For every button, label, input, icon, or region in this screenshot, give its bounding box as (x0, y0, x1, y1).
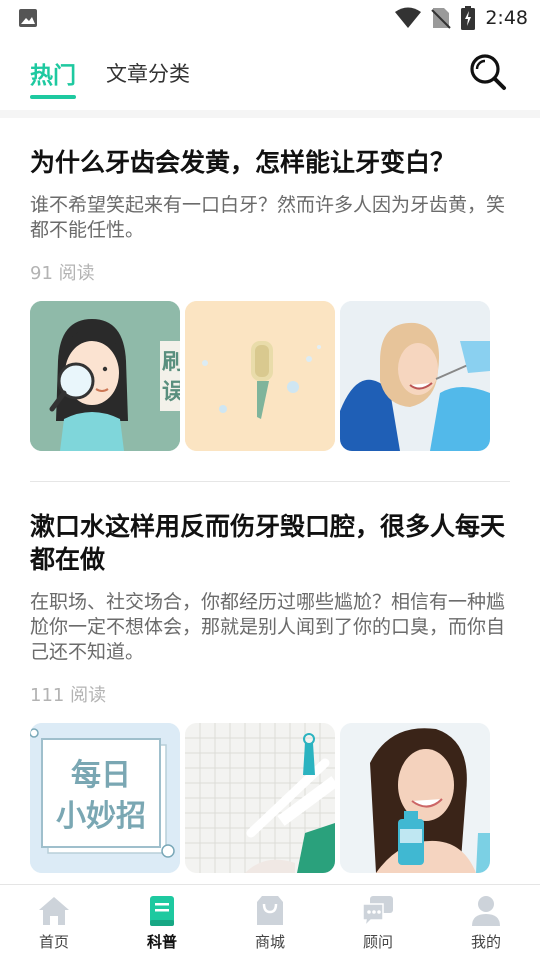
nav-label-consultant: 顾问 (362, 932, 393, 951)
nav-item-me[interactable]: 我的 (432, 885, 540, 960)
image-icon (19, 9, 37, 27)
article-summary: 在职场、社交场合，你都经历过哪些尴尬？相信有一种尴尬你一定不想体会，那就是别人闻… (30, 591, 506, 663)
nav-item-science[interactable]: 科普 (108, 885, 216, 960)
thumbnail-row: 每日 小妙招 (30, 723, 510, 873)
article-summary: 谁不希望笑起来有一口白牙？然而许多人因为牙齿黄，笑都不能任性。 (30, 194, 506, 241)
thumb-text-1: 刷 (162, 350, 180, 375)
header-divider (0, 110, 540, 118)
status-right: 2:48 (395, 6, 528, 30)
read-count: 111 阅读 (30, 685, 107, 706)
nav-item-consultant[interactable]: 顾问 (324, 885, 432, 960)
nav-label-home: 首页 (38, 932, 69, 951)
bottom-navigation: 首页 科普 商城 顾问 我的 (0, 884, 540, 960)
thumbnail-toothbrush[interactable] (185, 301, 335, 451)
dentist-photo-illustration (340, 301, 490, 451)
thumbnail-dentist-photo[interactable] (340, 301, 490, 451)
no-sim-icon (431, 8, 452, 29)
thumbnail-cartoon-girl[interactable]: 刷 误 (30, 301, 180, 451)
nav-item-home[interactable]: 首页 (0, 885, 108, 960)
chat-icon (362, 895, 393, 928)
status-time: 2:48 (485, 7, 528, 29)
article-title[interactable]: 漱口水这样用反而伤牙毁口腔，很多人每天都在做 (30, 510, 510, 576)
tab-hot[interactable]: 热门 (30, 47, 76, 99)
mouthwash-photo-illustration (340, 723, 490, 873)
thumbnail-mouthwash-photo[interactable] (340, 723, 490, 873)
status-bar: 2:48 (0, 0, 540, 36)
thumb-text-tips: 小妙招 (56, 799, 146, 834)
book-icon (150, 895, 174, 926)
shopping-bag-icon (257, 895, 283, 925)
thumb-text-2: 误 (162, 380, 180, 405)
dental-products-illustration (185, 723, 335, 873)
nav-label-mall: 商城 (254, 932, 285, 951)
thumbnail-dental-products[interactable] (185, 723, 335, 873)
nav-label-me: 我的 (470, 932, 501, 951)
article-title[interactable]: 为什么牙齿会发黄，怎样能让牙变白？ (30, 146, 510, 179)
thumbnail-daily-tips[interactable]: 每日 小妙招 (30, 723, 180, 873)
thumb-text-daily: 每日 (71, 758, 131, 793)
user-icon (472, 895, 500, 926)
toothbrush-illustration (185, 301, 335, 451)
article-card[interactable]: 为什么牙齿会发黄，怎样能让牙变白？ 谁不希望笑起来有一口白牙？然而许多人因为牙齿… (0, 118, 540, 451)
home-icon (39, 896, 69, 925)
article-card[interactable]: 漱口水这样用反而伤牙毁口腔，很多人每天都在做 在职场、社交场合，你都经历过哪些尴… (0, 482, 540, 873)
nav-item-mall[interactable]: 商城 (216, 885, 324, 960)
battery-charging-icon (461, 6, 476, 30)
daily-tips-illustration: 每日 小妙招 (30, 723, 180, 873)
thumbnail-row: 刷 误 (30, 301, 510, 451)
read-count: 91 阅读 (30, 263, 95, 284)
search-icon[interactable] (468, 52, 508, 92)
article-feed[interactable]: 为什么牙齿会发黄，怎样能让牙变白？ 谁不希望笑起来有一口白牙？然而许多人因为牙齿… (0, 118, 540, 884)
nav-label-science: 科普 (146, 932, 177, 951)
tab-article-categories[interactable]: 文章分类 (106, 47, 190, 99)
header: 热门 文章分类 (0, 36, 540, 110)
wifi-icon (395, 7, 422, 28)
status-left (18, 8, 395, 28)
cartoon-girl-illustration: 刷 误 (30, 301, 180, 451)
